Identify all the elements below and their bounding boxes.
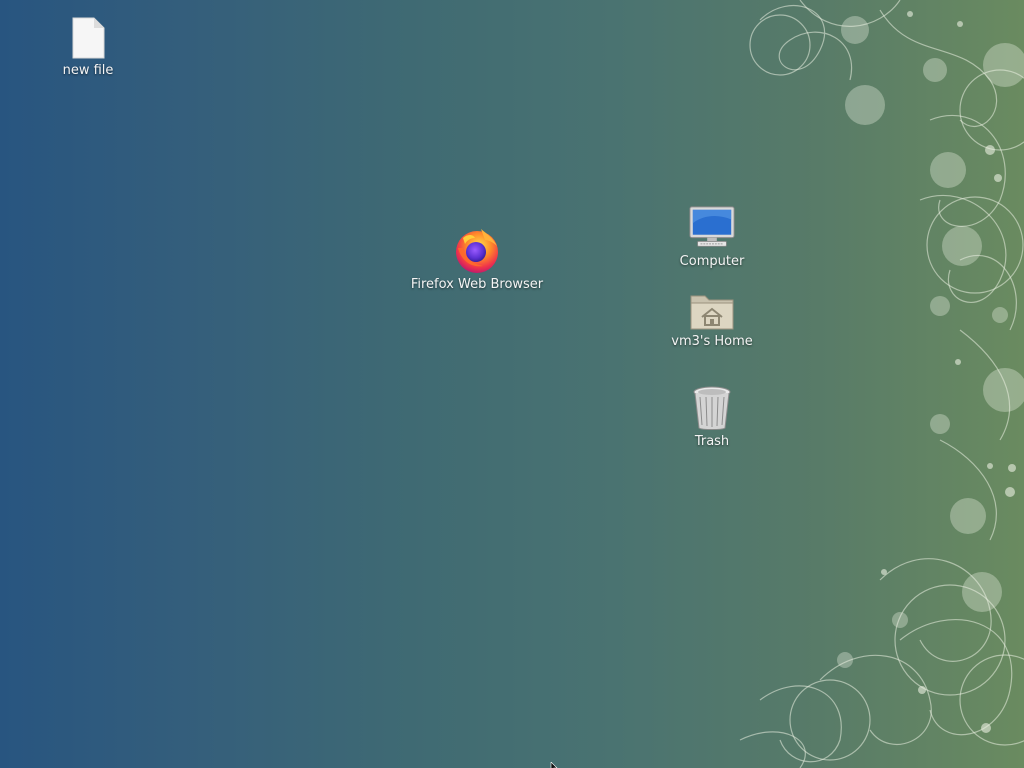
home-folder-icon: [688, 283, 736, 331]
desktop-icon-label: new file: [62, 63, 114, 78]
computer-icon: [688, 203, 736, 251]
wallpaper-decoration: [739, 0, 1024, 768]
desktop-icon-home[interactable]: vm3's Home: [642, 283, 782, 350]
desktop[interactable]: new file Firefox Web Browser Computer vm…: [0, 0, 1024, 768]
desktop-icon-label: Trash: [694, 434, 730, 449]
mouse-cursor-icon: [550, 762, 558, 768]
trash-icon: [688, 383, 736, 431]
desktop-icon-computer[interactable]: Computer: [642, 203, 782, 270]
firefox-icon: [453, 226, 501, 274]
desktop-icon-label: Firefox Web Browser: [410, 277, 544, 292]
desktop-icon-label: vm3's Home: [671, 334, 753, 349]
desktop-icon-new-file[interactable]: new file: [18, 12, 158, 79]
desktop-icon-label: Computer: [679, 254, 745, 269]
desktop-icon-trash[interactable]: Trash: [642, 383, 782, 450]
text-file-icon: [64, 12, 112, 60]
desktop-icon-firefox[interactable]: Firefox Web Browser: [407, 226, 547, 293]
